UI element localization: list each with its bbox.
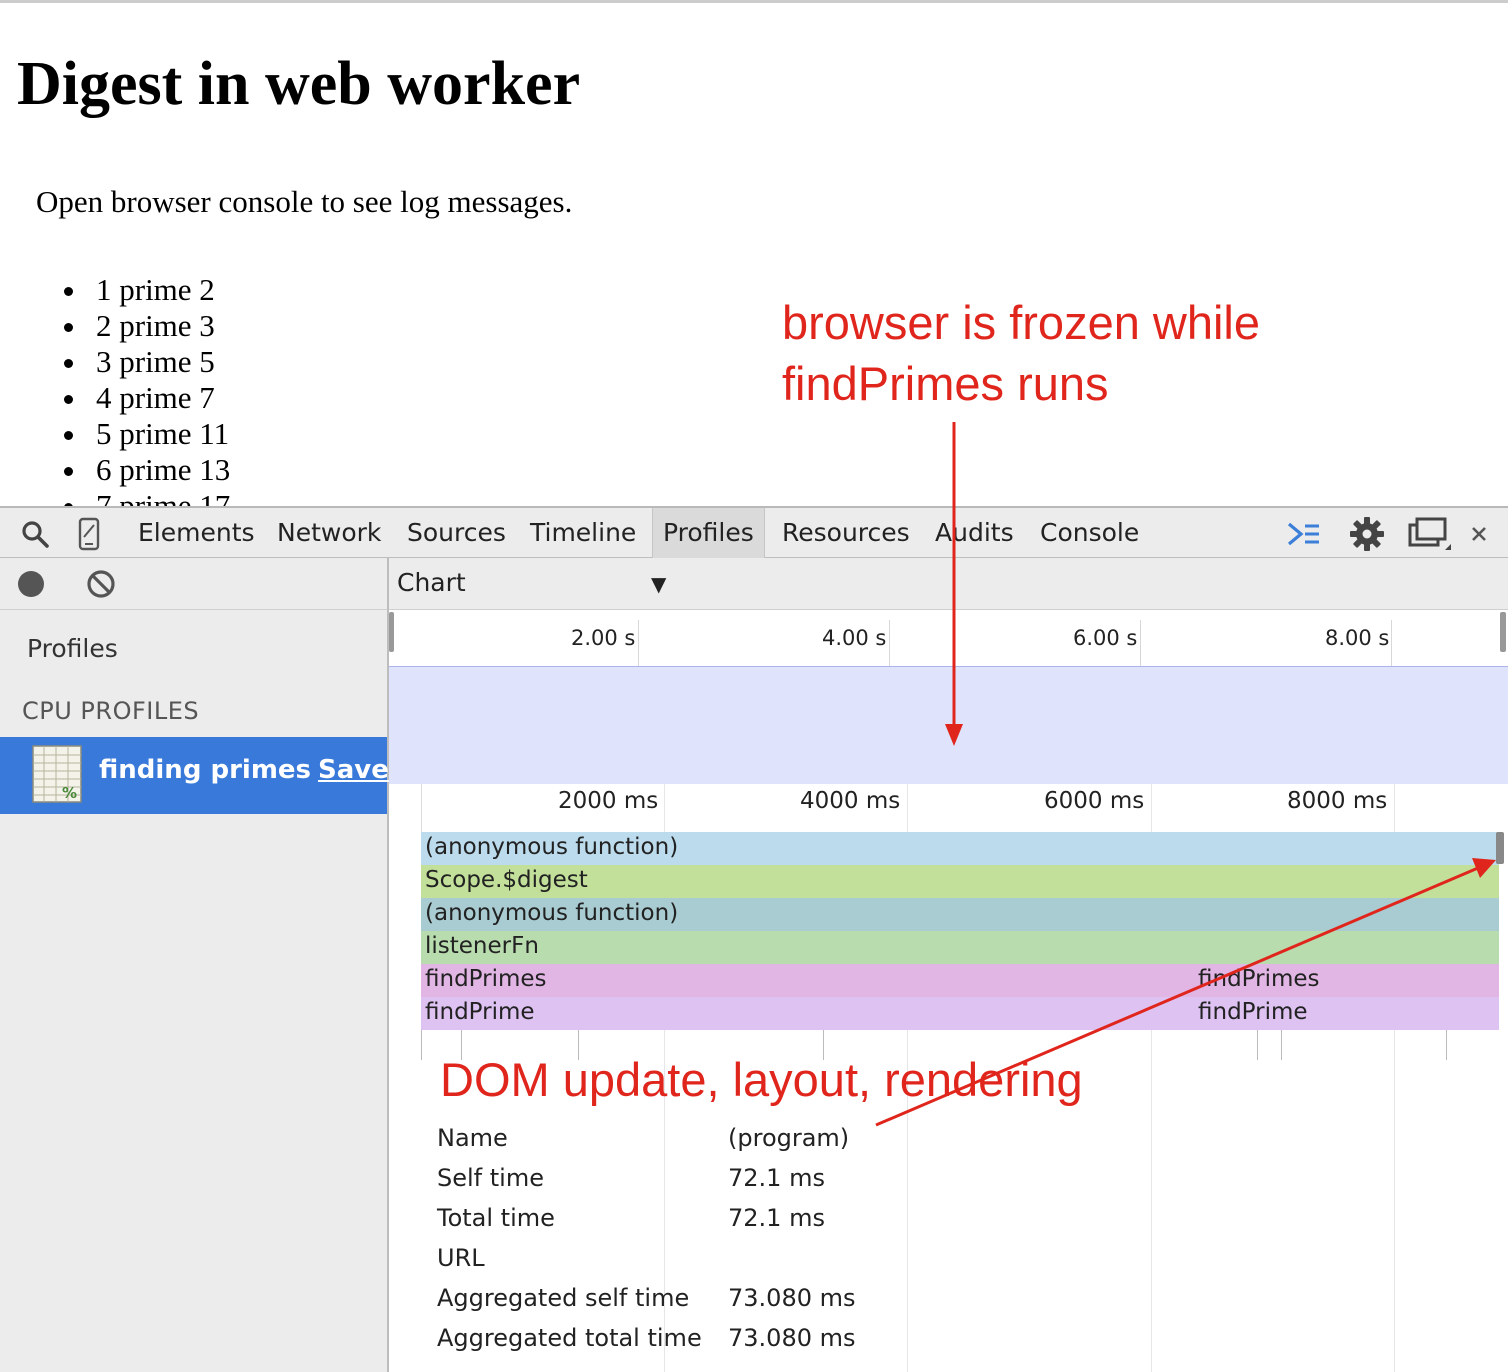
- devtools-panel: Elements Network Sources Timeline Profil…: [0, 506, 1508, 1372]
- tab-audits[interactable]: Audits: [935, 508, 1014, 558]
- detail-value: 72.1 ms: [728, 1164, 825, 1192]
- flame-scrollbar[interactable]: [1496, 832, 1504, 864]
- list-item: 5 prime 11: [60, 416, 230, 452]
- flame-bar-label: findPrime: [1198, 999, 1308, 1025]
- detail-key: Self time: [437, 1164, 544, 1192]
- gridline: [1391, 620, 1392, 666]
- flame-tick-label: 2000 ms: [558, 788, 659, 814]
- flame-bar-label: findPrimes: [425, 966, 547, 992]
- gear-icon[interactable]: [1348, 517, 1386, 551]
- flame-tick-label: 4000 ms: [800, 788, 901, 814]
- flame-tick-label: 8000 ms: [1287, 788, 1388, 814]
- flame-bar-label: (anonymous function): [425, 900, 679, 926]
- flame-bar-label: Scope.$digest: [425, 867, 588, 893]
- detail-key: URL: [437, 1244, 485, 1272]
- overview-tick-label: 8.00 s: [1325, 626, 1390, 650]
- overview-right-handle[interactable]: [1500, 612, 1506, 652]
- close-icon[interactable]: [1466, 518, 1492, 550]
- detail-key: Aggregated self time: [437, 1284, 690, 1312]
- overview-left-handle[interactable]: [389, 612, 394, 652]
- gridline: [1446, 1030, 1447, 1060]
- detail-value: 73.080 ms: [728, 1324, 856, 1352]
- flame-bar[interactable]: findPrime findPrime: [421, 997, 1499, 1030]
- overview-tick-label: 6.00 s: [1073, 626, 1138, 650]
- list-item: 2 prime 3: [60, 308, 230, 344]
- list-item: 3 prime 5: [60, 344, 230, 380]
- overview-ruler: 2.00 s 4.00 s 6.00 s 8.00 s: [389, 610, 1508, 666]
- profile-name: finding primes: [99, 755, 312, 785]
- detail-value: 73.080 ms: [728, 1284, 856, 1312]
- clear-icon[interactable]: [84, 568, 118, 600]
- tab-profiles[interactable]: Profiles: [652, 508, 765, 558]
- detail-key: Name: [437, 1124, 508, 1152]
- profile-item-finding-primes[interactable]: % finding primes Save: [0, 737, 389, 814]
- console-drawer-icon[interactable]: [1284, 518, 1324, 550]
- flame-chart-ruler: 2000 ms 4000 ms 6000 ms 8000 ms: [421, 784, 1508, 832]
- annotation-dom-update: DOM update, layout, rendering: [440, 1053, 1083, 1106]
- gridline: [421, 1030, 422, 1060]
- devtools-toolbar: Elements Network Sources Timeline Profil…: [0, 506, 1508, 558]
- list-item: 1 prime 2: [60, 272, 230, 308]
- gridline: [1140, 620, 1141, 666]
- page-title: Digest in web worker: [17, 50, 581, 118]
- dock-side-icon[interactable]: [1406, 517, 1454, 550]
- view-mode-select[interactable]: Chart: [397, 568, 466, 597]
- profile-main-view: Chart ▼ 2.00 s 4.00 s 6.00 s 8.00 s 2000…: [389, 558, 1508, 1372]
- tab-timeline[interactable]: Timeline: [530, 508, 636, 558]
- list-item: 7 prime 17: [60, 488, 230, 508]
- detail-key: Total time: [437, 1204, 555, 1232]
- profiles-sidebar: Profiles CPU PROFILES % finding primes S…: [0, 558, 389, 1372]
- list-item: 4 prime 7: [60, 380, 230, 416]
- cpu-profile-icon: %: [32, 745, 82, 807]
- record-icon[interactable]: [14, 568, 48, 600]
- svg-text:%: %: [62, 784, 77, 802]
- list-item: 6 prime 13: [60, 452, 230, 488]
- overview-window[interactable]: [389, 666, 1508, 784]
- tab-elements[interactable]: Elements: [138, 508, 255, 558]
- flame-tick-label: 6000 ms: [1044, 788, 1145, 814]
- save-link[interactable]: Save: [318, 755, 389, 785]
- annotation-frozen-line1: browser is frozen while: [782, 296, 1261, 349]
- flame-bar[interactable]: (anonymous function): [421, 832, 1499, 865]
- tab-sources[interactable]: Sources: [407, 508, 506, 558]
- gridline: [1281, 1030, 1282, 1060]
- tab-network[interactable]: Network: [277, 508, 381, 558]
- flame-bar-label: (anonymous function): [425, 834, 679, 860]
- flame-bar[interactable]: findPrimes findPrimes: [421, 964, 1499, 997]
- view-toolbar: Chart ▼: [389, 558, 1508, 610]
- primes-list: 1 prime 2 2 prime 3 3 prime 5 4 prime 7 …: [60, 272, 230, 508]
- cpu-profiles-section: CPU PROFILES: [22, 697, 200, 725]
- flame-bar-label: findPrime: [425, 999, 535, 1025]
- flame-bar[interactable]: listenerFn: [421, 931, 1499, 964]
- tab-console[interactable]: Console: [1040, 508, 1139, 558]
- flame-bar-label: findPrimes: [1198, 966, 1320, 992]
- device-mode-icon[interactable]: [74, 517, 104, 551]
- sidebar-toolbar: [0, 558, 387, 610]
- overview-tick-label: 2.00 s: [571, 626, 636, 650]
- detail-value: (program): [728, 1124, 850, 1152]
- flame-bar[interactable]: Scope.$digest: [421, 865, 1499, 898]
- annotation-frozen-line2: findPrimes runs: [782, 357, 1109, 410]
- web-page: Digest in web worker Open browser consol…: [0, 0, 1508, 508]
- page-intro: Open browser console to see log messages…: [36, 184, 573, 219]
- gridline: [1257, 1030, 1258, 1060]
- overview-tick-label: 4.00 s: [822, 626, 887, 650]
- gridline: [638, 620, 639, 666]
- sidebar-heading: Profiles: [27, 634, 118, 663]
- detail-value: 72.1 ms: [728, 1204, 825, 1232]
- gridline: [889, 620, 890, 666]
- tab-resources[interactable]: Resources: [782, 508, 910, 558]
- flame-bar-label: listenerFn: [425, 933, 539, 959]
- chevron-down-icon[interactable]: ▼: [651, 572, 666, 596]
- flame-bar[interactable]: (anonymous function): [421, 898, 1499, 931]
- detail-key: Aggregated total time: [437, 1324, 702, 1352]
- search-icon[interactable]: [18, 518, 52, 550]
